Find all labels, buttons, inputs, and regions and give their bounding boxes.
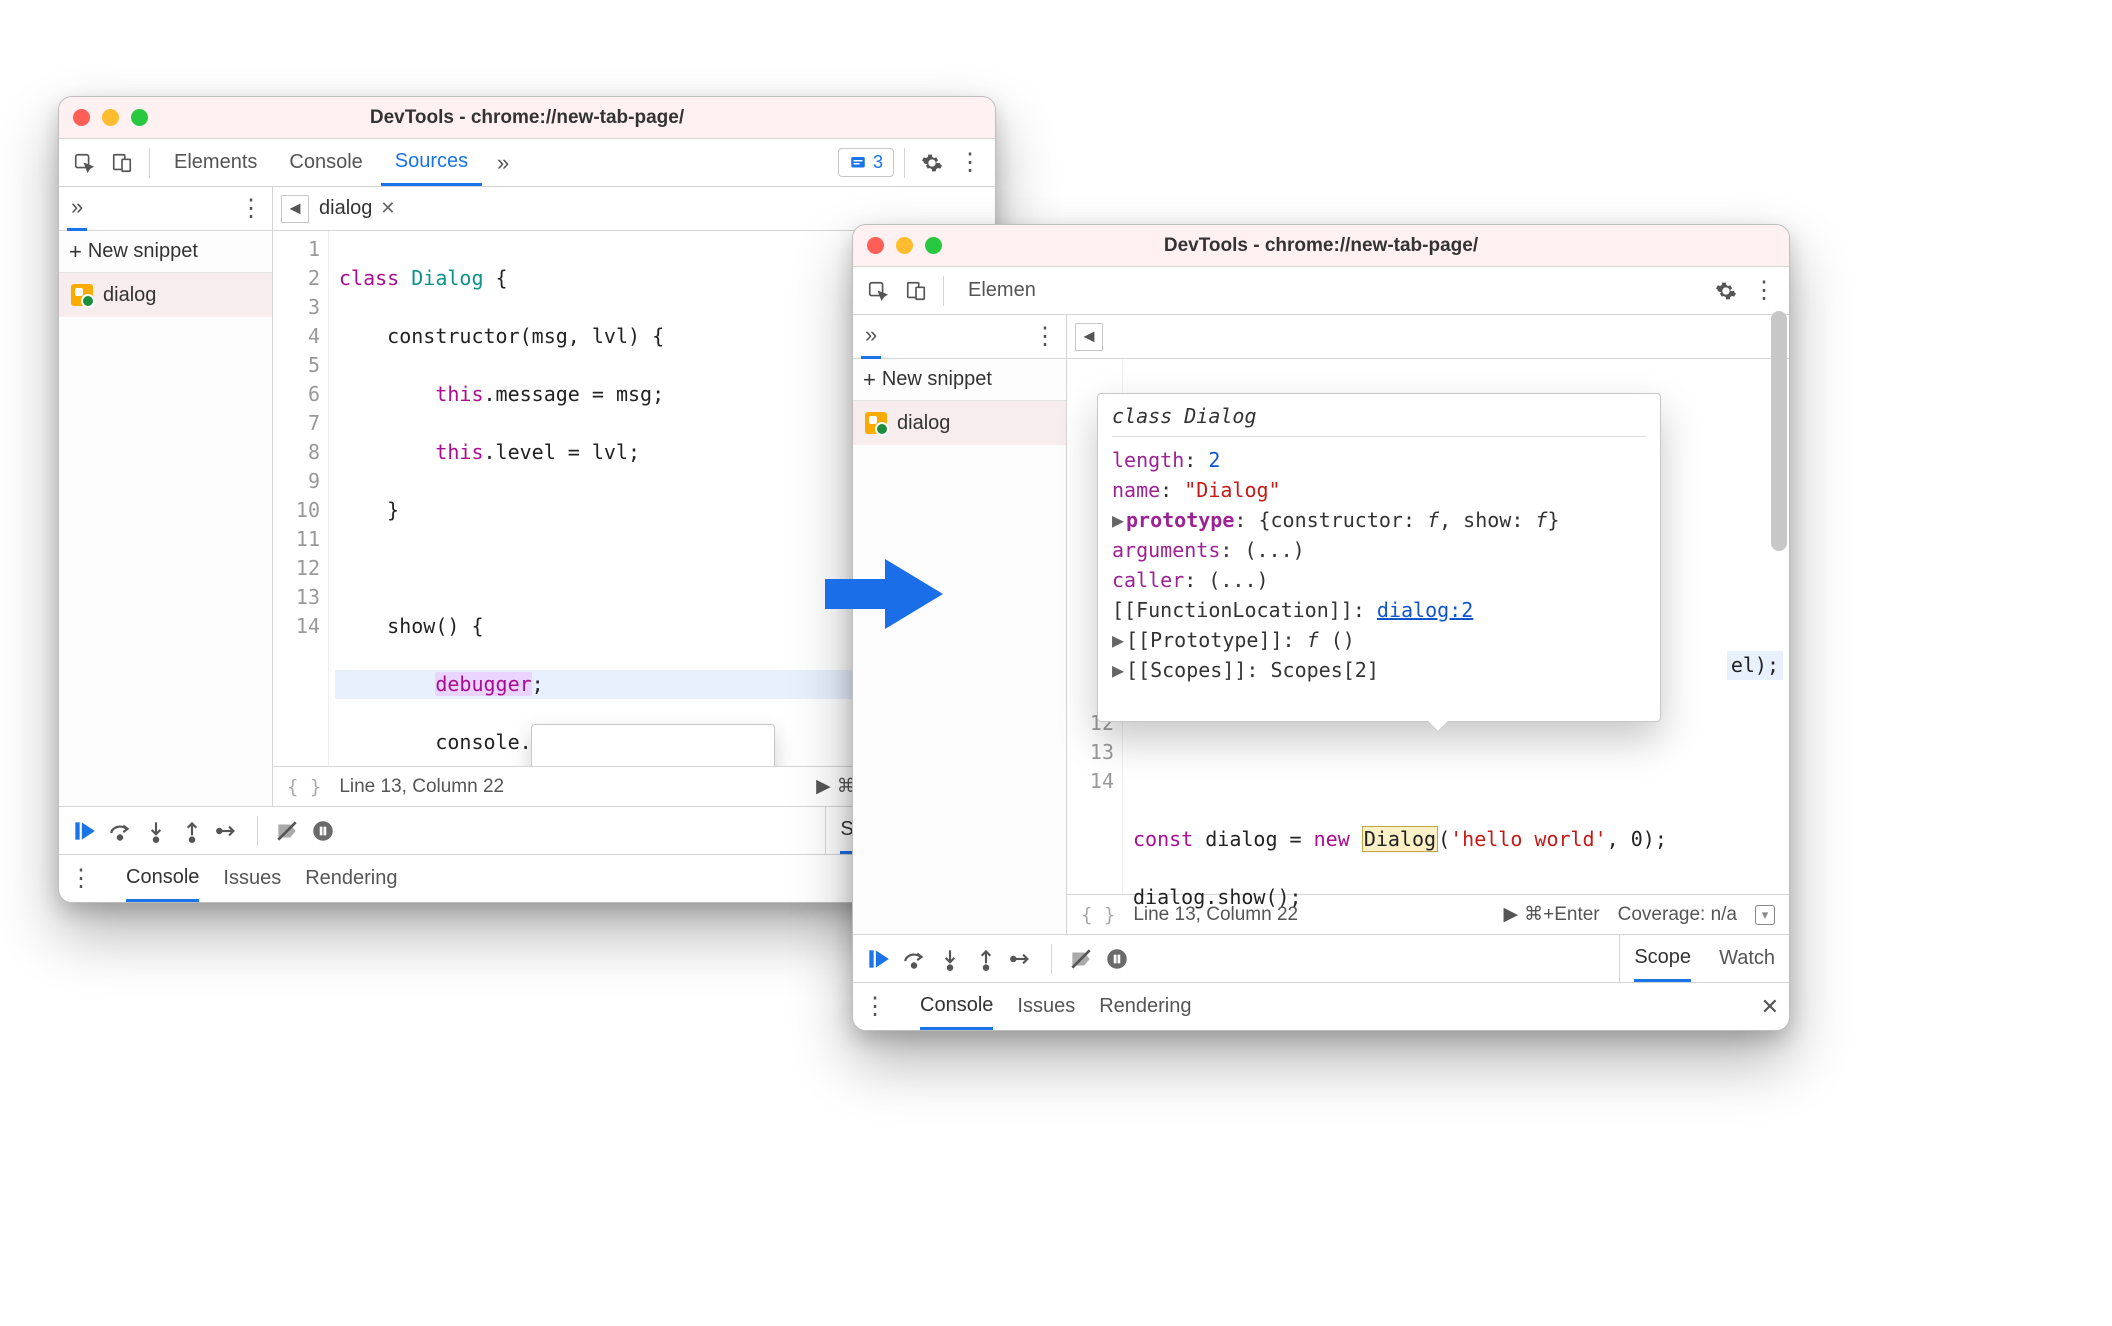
navigator-sidebar: + New snippet dialog — [853, 359, 1067, 934]
new-snippet-button[interactable]: + New snippet — [59, 231, 272, 273]
step-icon[interactable] — [1009, 946, 1035, 972]
traffic-lights — [867, 237, 942, 254]
snippet-item-dialog[interactable]: dialog — [59, 273, 272, 317]
minimize-dot[interactable] — [102, 109, 119, 126]
zoom-dot[interactable] — [925, 237, 942, 254]
snippet-name: dialog — [103, 284, 156, 307]
tab-elements[interactable]: Elements — [160, 139, 271, 186]
step-out-icon[interactable] — [179, 818, 205, 844]
step-over-icon[interactable] — [107, 818, 133, 844]
traffic-lights — [73, 109, 148, 126]
drawer-tab-console[interactable]: Console — [126, 855, 199, 902]
pause-on-exceptions-icon[interactable] — [310, 818, 336, 844]
step-over-icon[interactable] — [901, 946, 927, 972]
sources-subbar: » ⋮ ◄ — [853, 315, 1789, 359]
hover-tooltip: Dialog dialog:2 class Dialog — [531, 724, 775, 766]
step-out-icon[interactable] — [973, 946, 999, 972]
object-popover: class Dialog length: 2 name: "Dialog" ▶p… — [1097, 393, 1661, 722]
window-title: DevTools - chrome://new-tab-page/ — [59, 107, 995, 129]
deactivate-breakpoints-icon[interactable] — [274, 818, 300, 844]
drawer-more-icon[interactable]: ⋮ — [863, 992, 888, 1021]
new-snippet-label: New snippet — [882, 368, 992, 391]
drawer-close-icon[interactable]: ✕ — [1761, 994, 1779, 1020]
settings-icon[interactable] — [915, 146, 949, 180]
step-into-icon[interactable] — [143, 818, 169, 844]
main-tabbar: Elemen ⋮ — [853, 267, 1789, 315]
snippet-name: dialog — [897, 412, 950, 435]
kebab-menu-icon[interactable]: ⋮ — [953, 146, 987, 180]
device-toggle-icon[interactable] — [899, 274, 933, 308]
cursor-position: Line 13, Column 22 — [339, 776, 504, 798]
inspect-icon[interactable] — [67, 146, 101, 180]
deactivate-breakpoints-icon[interactable] — [1068, 946, 1094, 972]
minimize-dot[interactable] — [896, 237, 913, 254]
navigator-overflow-icon[interactable]: » — [861, 314, 881, 359]
step-icon[interactable] — [215, 818, 241, 844]
step-into-icon[interactable] — [937, 946, 963, 972]
titlebar: DevTools - chrome://new-tab-page/ — [853, 225, 1789, 267]
drawer-tab-rendering[interactable]: Rendering — [305, 855, 397, 902]
drawer: ⋮ Console Issues Rendering ✕ — [853, 982, 1789, 1030]
tab-elements[interactable]: Elemen — [954, 267, 1050, 314]
close-file-icon[interactable]: ✕ — [380, 198, 395, 219]
new-snippet-button[interactable]: + New snippet — [853, 359, 1066, 401]
close-dot[interactable] — [867, 237, 884, 254]
snippet-file-icon — [865, 412, 887, 434]
settings-icon[interactable] — [1709, 274, 1743, 308]
navigator-more-icon[interactable]: ⋮ — [239, 194, 264, 223]
prettyprint-icon[interactable]: { } — [287, 776, 321, 798]
main-tabbar: Elements Console Sources » 3 ⋮ — [59, 139, 995, 187]
pause-on-exceptions-icon[interactable] — [1104, 946, 1130, 972]
nav-back-icon[interactable]: ◄ — [1075, 323, 1103, 351]
nav-back-icon[interactable]: ◄ — [281, 195, 309, 223]
navigator-more-icon[interactable]: ⋮ — [1033, 322, 1058, 351]
drawer-tab-console[interactable]: Console — [920, 983, 993, 1030]
inspect-icon[interactable] — [861, 274, 895, 308]
expand-icon[interactable]: ▶ — [1112, 505, 1126, 535]
file-tab-label: dialog — [319, 197, 372, 220]
navigator-sidebar: + New snippet dialog — [59, 231, 273, 806]
new-snippet-label: New snippet — [88, 240, 198, 263]
expand-icon[interactable]: ▶ — [1112, 625, 1126, 655]
devtools-window-right: DevTools - chrome://new-tab-page/ Elemen… — [852, 224, 1790, 1031]
drawer-more-icon[interactable]: ⋮ — [69, 864, 94, 893]
hover-token[interactable]: Dialog — [1362, 826, 1438, 852]
snippet-file-icon — [71, 284, 93, 306]
resume-icon[interactable] — [71, 818, 97, 844]
transition-arrow-icon — [825, 554, 945, 634]
drawer-tab-issues[interactable]: Issues — [223, 855, 281, 902]
kebab-menu-icon[interactable]: ⋮ — [1747, 274, 1781, 308]
snippet-item-dialog[interactable]: dialog — [853, 401, 1066, 445]
tab-sources[interactable]: Sources — [381, 139, 482, 186]
close-dot[interactable] — [73, 109, 90, 126]
prettyprint-icon[interactable]: { } — [1081, 904, 1115, 926]
file-tab-dialog[interactable]: dialog ✕ — [319, 197, 395, 220]
more-tabs-icon[interactable]: » — [486, 146, 520, 180]
tab-console[interactable]: Console — [275, 139, 376, 186]
gutter: 1234567891011121314 — [273, 231, 329, 766]
navigator-overflow-icon[interactable]: » — [67, 186, 87, 231]
zoom-dot[interactable] — [131, 109, 148, 126]
window-title: DevTools - chrome://new-tab-page/ — [853, 235, 1789, 257]
issues-counter[interactable]: 3 — [838, 148, 894, 177]
expand-icon[interactable]: ▶ — [1112, 655, 1126, 685]
drawer-tab-issues[interactable]: Issues — [1017, 983, 1075, 1030]
issues-count: 3 — [873, 152, 883, 173]
device-toggle-icon[interactable] — [105, 146, 139, 180]
titlebar: DevTools - chrome://new-tab-page/ — [59, 97, 995, 139]
drawer-tab-rendering[interactable]: Rendering — [1099, 983, 1191, 1030]
function-location-link[interactable]: dialog:2 — [1377, 598, 1473, 622]
resume-icon[interactable] — [865, 946, 891, 972]
